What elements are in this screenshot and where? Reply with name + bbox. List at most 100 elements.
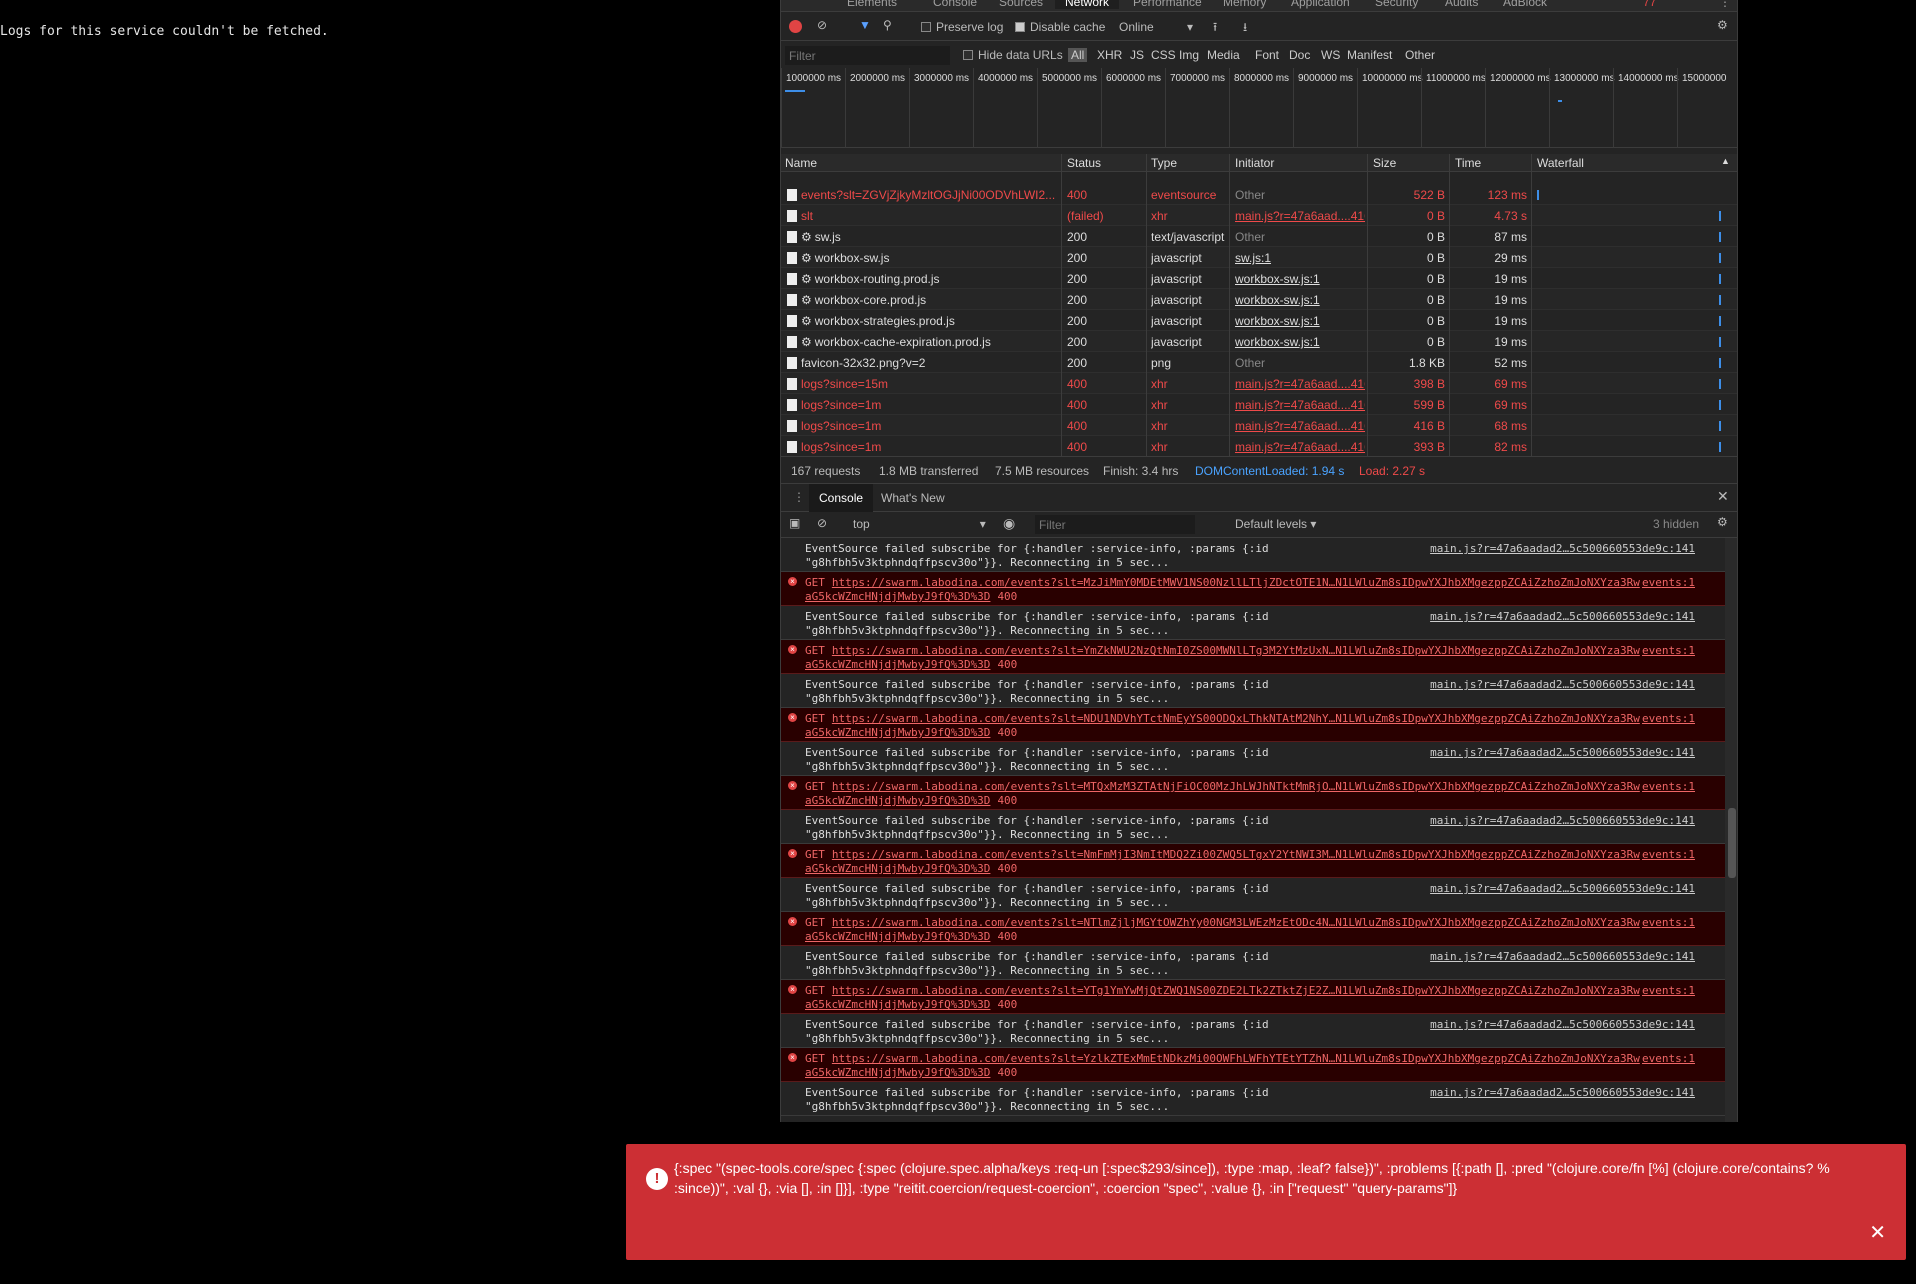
source-link[interactable]: main.js?r=47a6aadad2…5c500660553de9c:141 bbox=[1430, 746, 1695, 759]
source-link[interactable]: main.js?r=47a6aadad2…5c500660553de9c:141 bbox=[1430, 542, 1695, 555]
tab-sources[interactable]: Sources bbox=[999, 0, 1043, 9]
network-request-row[interactable]: logs?since=1m 400 xhr main.js?r=47a6aad....… bbox=[781, 415, 1737, 436]
eye-icon[interactable]: ◉ bbox=[1003, 515, 1015, 532]
network-request-row[interactable]: events?slt=ZGVjZjkyMzltOGJjNi00ODVhLWI2.… bbox=[781, 184, 1737, 205]
filter-doc[interactable]: Doc bbox=[1289, 48, 1310, 62]
scrollbar-thumb[interactable] bbox=[1728, 808, 1736, 878]
drawer-menu-icon[interactable]: ⋮ bbox=[793, 490, 805, 504]
request-url-link[interactable]: https://swarm.labodina.com/events?slt=NT… bbox=[832, 916, 1640, 929]
hide-data-urls-checkbox[interactable]: Hide data URLs bbox=[963, 48, 1063, 62]
request-initiator[interactable]: Other bbox=[1235, 356, 1365, 370]
source-link[interactable]: main.js?r=47a6aadad2…5c500660553de9c:141 bbox=[1430, 610, 1695, 623]
request-url-link[interactable]: aG5kcWZmcHNjdjMwbyJ9fQ%3D%3D bbox=[805, 726, 990, 739]
filter-input[interactable]: Filter bbox=[785, 46, 950, 65]
source-link[interactable]: events:1 bbox=[1642, 916, 1695, 929]
network-overview-timeline[interactable]: 1000000 ms 2000000 ms 3000000 ms 4000000… bbox=[781, 68, 1737, 148]
network-request-row[interactable]: logs?since=15m 400 xhr main.js?r=47a6aad...… bbox=[781, 373, 1737, 394]
request-url-link[interactable]: https://swarm.labodina.com/events?slt=Ym… bbox=[832, 644, 1640, 657]
request-url-link[interactable]: https://swarm.labodina.com/events?slt=MT… bbox=[832, 780, 1640, 793]
tab-audits[interactable]: Audits bbox=[1445, 0, 1478, 9]
col-size[interactable]: Size bbox=[1373, 156, 1396, 170]
tab-adblock[interactable]: AdBlock bbox=[1503, 0, 1547, 9]
alerts-count[interactable]: 77 bbox=[1643, 0, 1656, 9]
request-url-link[interactable]: aG5kcWZmcHNjdjMwbyJ9fQ%3D%3D bbox=[805, 1066, 990, 1079]
console-filter-input[interactable]: Filter bbox=[1035, 515, 1195, 534]
tab-memory[interactable]: Memory bbox=[1223, 0, 1266, 9]
request-url-link[interactable]: aG5kcWZmcHNjdjMwbyJ9fQ%3D%3D bbox=[805, 998, 990, 1011]
source-link[interactable]: main.js?r=47a6aadad2…5c500660553de9c:141 bbox=[1430, 678, 1695, 691]
request-initiator[interactable]: Other bbox=[1235, 188, 1365, 202]
request-url-link[interactable]: aG5kcWZmcHNjdjMwbyJ9fQ%3D%3D bbox=[805, 794, 990, 807]
filter-manifest[interactable]: Manifest bbox=[1347, 48, 1392, 62]
source-link[interactable]: events:1 bbox=[1642, 984, 1695, 997]
filter-css[interactable]: CSS bbox=[1151, 48, 1176, 62]
console-settings-gear-icon[interactable]: ⚙ bbox=[1717, 515, 1728, 529]
tab-network[interactable]: Network bbox=[1055, 0, 1120, 9]
settings-gear-icon[interactable]: ⚙ bbox=[1717, 18, 1728, 32]
tab-elements[interactable]: Elements bbox=[847, 0, 897, 9]
sort-up-icon[interactable]: ▲ bbox=[1721, 156, 1730, 166]
record-icon[interactable] bbox=[789, 20, 802, 33]
request-url-link[interactable]: aG5kcWZmcHNjdjMwbyJ9fQ%3D%3D bbox=[805, 590, 990, 603]
network-request-row[interactable]: ⚙ workbox-cache-expiration.prod.js 200 java… bbox=[781, 331, 1737, 352]
network-request-row[interactable]: ⚙ workbox-core.prod.js 200 javascript workbo… bbox=[781, 289, 1737, 310]
request-initiator[interactable]: main.js?r=47a6aad....416 bbox=[1235, 440, 1365, 454]
source-link[interactable]: main.js?r=47a6aadad2…5c500660553de9c:141 bbox=[1430, 1018, 1695, 1031]
network-request-row[interactable]: ⚙ workbox-strategies.prod.js 200 javascript… bbox=[781, 310, 1737, 331]
network-request-row[interactable]: logs?since=1m 400 xhr main.js?r=47a6aad....… bbox=[781, 436, 1737, 457]
request-initiator[interactable]: main.js?r=47a6aad....416 bbox=[1235, 398, 1365, 412]
col-status[interactable]: Status bbox=[1067, 156, 1101, 170]
close-icon[interactable]: ✕ bbox=[1869, 1220, 1886, 1245]
source-link[interactable]: main.js?r=47a6aadad2…5c500660553de9c:141 bbox=[1430, 1086, 1695, 1099]
request-url-link[interactable]: https://swarm.labodina.com/events?slt=ND… bbox=[832, 712, 1640, 725]
source-link[interactable]: main.js?r=47a6aadad2…5c500660553de9c:141 bbox=[1430, 814, 1695, 827]
network-request-row[interactable]: logs?since=1m 400 xhr main.js?r=47a6aad....… bbox=[781, 394, 1737, 415]
request-url-link[interactable]: https://swarm.labodina.com/events?slt=Yz… bbox=[832, 1052, 1640, 1065]
clear-console-icon[interactable]: ⊘ bbox=[817, 516, 827, 530]
request-initiator[interactable]: workbox-sw.js:1 bbox=[1235, 293, 1365, 307]
source-link[interactable]: events:1 bbox=[1642, 712, 1695, 725]
request-url-link[interactable]: https://swarm.labodina.com/events?slt=Mz… bbox=[832, 576, 1640, 589]
request-url-link[interactable]: https://swarm.labodina.com/events?slt=Nm… bbox=[832, 848, 1640, 861]
filter-icon[interactable]: ▼ bbox=[859, 18, 871, 32]
throttle-select[interactable]: Online ▾ bbox=[1119, 20, 1193, 34]
tab-console[interactable]: Console bbox=[933, 0, 977, 9]
request-initiator[interactable]: sw.js:1 bbox=[1235, 251, 1365, 265]
export-icon[interactable]: ⭳ bbox=[1243, 18, 1247, 39]
col-type[interactable]: Type bbox=[1151, 156, 1177, 170]
tab-application[interactable]: Application bbox=[1291, 0, 1350, 9]
network-request-row[interactable]: ⚙ workbox-sw.js 200 javascript sw.js:1 0 B 29 … bbox=[781, 247, 1737, 268]
menu-icon[interactable]: ⋮ bbox=[1719, 0, 1731, 9]
filter-font[interactable]: Font bbox=[1255, 48, 1279, 62]
col-initiator[interactable]: Initiator bbox=[1235, 156, 1274, 170]
source-link[interactable]: events:1 bbox=[1642, 780, 1695, 793]
col-name[interactable]: Name bbox=[785, 156, 817, 170]
source-link[interactable]: events:1 bbox=[1642, 848, 1695, 861]
drawer-tab-whats-new[interactable]: What's New bbox=[881, 491, 945, 505]
filter-ws[interactable]: WS bbox=[1321, 48, 1340, 62]
drawer-tab-console[interactable]: Console bbox=[809, 484, 874, 512]
preserve-log-checkbox[interactable]: Preserve log bbox=[921, 20, 1003, 34]
close-drawer-icon[interactable]: ✕ bbox=[1717, 488, 1729, 505]
import-icon[interactable]: ⭱ bbox=[1213, 18, 1217, 39]
request-initiator[interactable]: workbox-sw.js:1 bbox=[1235, 335, 1365, 349]
request-initiator[interactable]: workbox-sw.js:1 bbox=[1235, 272, 1365, 286]
network-request-row[interactable]: ⚙ sw.js 200 text/javascript Other 0 B 87 ms bbox=[781, 226, 1737, 247]
source-link[interactable]: events:1 bbox=[1642, 644, 1695, 657]
sidebar-toggle-icon[interactable]: ▣ bbox=[789, 516, 800, 530]
console-scrollbar[interactable] bbox=[1725, 538, 1737, 1122]
col-waterfall[interactable]: Waterfall bbox=[1537, 156, 1584, 170]
request-initiator[interactable]: workbox-sw.js:1 bbox=[1235, 314, 1365, 328]
source-link[interactable]: events:1 bbox=[1642, 576, 1695, 589]
request-url-link[interactable]: aG5kcWZmcHNjdjMwbyJ9fQ%3D%3D bbox=[805, 658, 990, 671]
request-url-link[interactable]: https://swarm.labodina.com/events?slt=YT… bbox=[832, 984, 1640, 997]
request-initiator[interactable]: main.js?r=47a6aad....416 bbox=[1235, 209, 1365, 223]
filter-all[interactable]: All bbox=[1068, 48, 1088, 62]
request-initiator[interactable]: Other bbox=[1235, 230, 1365, 244]
network-request-row[interactable]: slt (failed) xhr main.js?r=47a6aad....416 0 … bbox=[781, 205, 1737, 226]
tab-security[interactable]: Security bbox=[1375, 0, 1418, 9]
search-icon[interactable]: ⚲ bbox=[883, 18, 892, 32]
filter-img[interactable]: Img bbox=[1179, 48, 1199, 62]
levels-select[interactable]: Default levels ▾ bbox=[1235, 517, 1316, 531]
request-initiator[interactable]: main.js?r=47a6aad....416 bbox=[1235, 419, 1365, 433]
